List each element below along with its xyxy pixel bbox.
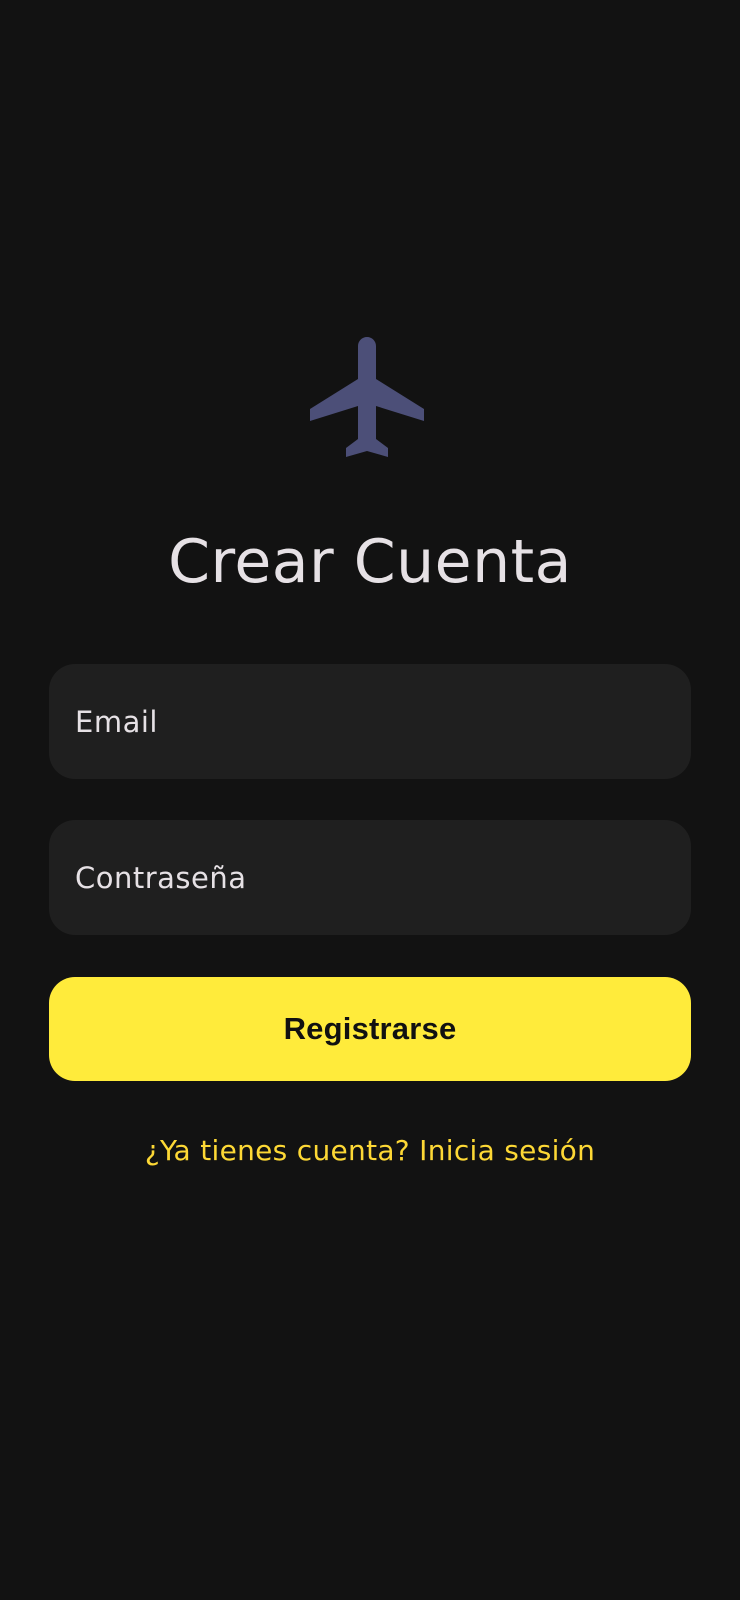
email-field-container	[49, 664, 691, 779]
page-title: Crear Cuenta	[168, 527, 572, 597]
login-link[interactable]: ¿Ya tienes cuenta? Inicia sesión	[0, 1131, 740, 1171]
password-field[interactable]	[75, 820, 665, 935]
airplane-icon	[310, 337, 424, 457]
airplane-logo	[298, 325, 442, 469]
register-screen: Crear Cuenta Registrarse ¿Ya tienes cuen…	[0, 0, 740, 1600]
password-field-container	[49, 820, 691, 935]
register-button[interactable]: Registrarse	[49, 977, 691, 1081]
email-field[interactable]	[75, 664, 665, 779]
